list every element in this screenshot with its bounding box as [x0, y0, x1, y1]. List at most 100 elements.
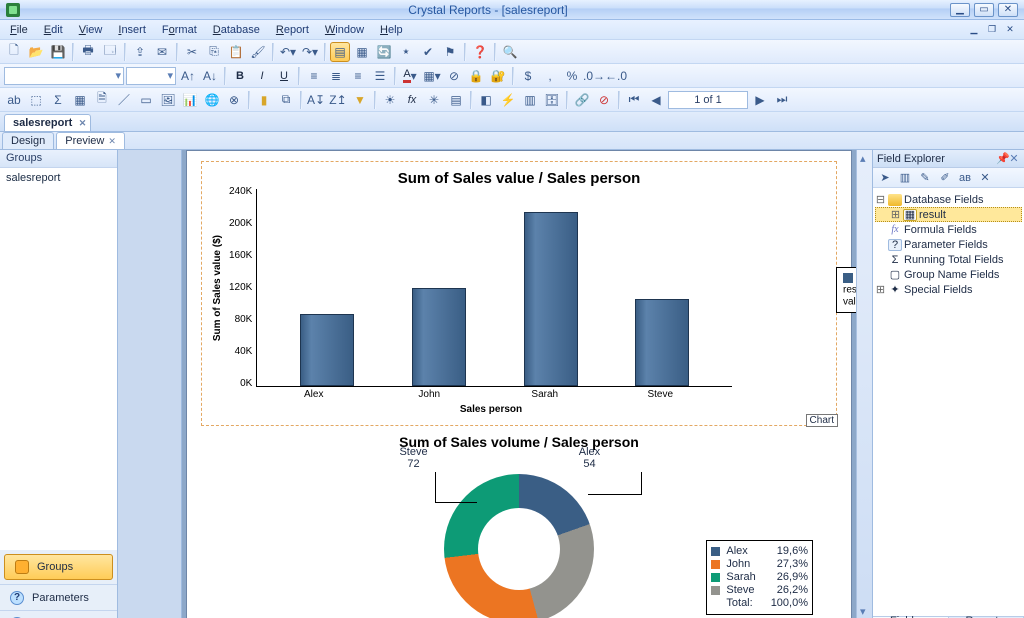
- font-size-select[interactable]: [126, 67, 176, 85]
- node-result[interactable]: ⊞▦ result: [875, 207, 1022, 222]
- menu-window[interactable]: Window: [319, 22, 370, 38]
- print-icon[interactable]: 🖶: [78, 42, 98, 62]
- barcode-icon[interactable]: ▥: [520, 90, 540, 110]
- toggle-field-explorer-icon[interactable]: ▦: [352, 42, 372, 62]
- menu-help[interactable]: Help: [374, 22, 409, 38]
- borders-icon[interactable]: ▦▾: [422, 66, 442, 86]
- format-painter-icon[interactable]: 🖌: [248, 42, 268, 62]
- database-expert-icon[interactable]: 🗄: [542, 90, 562, 110]
- minimize-button[interactable]: ▁: [950, 3, 970, 17]
- thousands-icon[interactable]: ,: [540, 66, 560, 86]
- node-parameter-fields[interactable]: ? Parameter Fields: [875, 237, 1022, 252]
- nav-groups[interactable]: Groups: [4, 554, 113, 580]
- insert-text-icon[interactable]: ab: [4, 90, 24, 110]
- nav-find[interactable]: Find: [0, 610, 117, 618]
- group-expert-icon[interactable]: ⧉: [276, 90, 296, 110]
- stop-icon[interactable]: ⭑: [396, 42, 416, 62]
- italic-icon[interactable]: I: [252, 66, 272, 86]
- help-icon[interactable]: ❓: [470, 42, 490, 62]
- alert-icon[interactable]: ▤: [446, 90, 466, 110]
- insert-map-icon[interactable]: 🌐: [202, 90, 222, 110]
- new-icon[interactable]: 🗋: [4, 42, 24, 62]
- check-icon[interactable]: ✔: [418, 42, 438, 62]
- highlight-icon[interactable]: ☀: [380, 90, 400, 110]
- menu-edit[interactable]: Edit: [38, 22, 69, 38]
- sort-desc-icon[interactable]: Z↥: [328, 90, 348, 110]
- edit-icon[interactable]: ✐: [937, 170, 953, 186]
- save-icon[interactable]: 💾: [48, 42, 68, 62]
- insert-summary-icon[interactable]: Σ: [48, 90, 68, 110]
- insert-subreport-icon[interactable]: 🗎: [92, 90, 112, 110]
- child-close-button[interactable]: ✕: [1002, 23, 1018, 37]
- stop-loading-icon[interactable]: ⊘: [594, 90, 614, 110]
- paste-icon[interactable]: 📋: [226, 42, 246, 62]
- export-icon[interactable]: ⇪: [130, 42, 150, 62]
- align-right-icon[interactable]: ≡: [348, 66, 368, 86]
- maximize-button[interactable]: ▭: [974, 3, 994, 17]
- decrease-font-icon[interactable]: A↓: [200, 66, 220, 86]
- redo-icon[interactable]: ↷▾: [300, 42, 320, 62]
- insert-picture-icon[interactable]: 🖼: [158, 90, 178, 110]
- browse-data-icon[interactable]: ▥: [897, 170, 913, 186]
- first-page-icon[interactable]: ⏮: [624, 90, 644, 110]
- node-group-name[interactable]: ▢ Group Name Fields: [875, 267, 1022, 282]
- menu-file[interactable]: File: [4, 22, 34, 38]
- nav-parameters[interactable]: Parameters: [0, 584, 117, 610]
- insert-chart-icon[interactable]: 📊: [180, 90, 200, 110]
- rename-icon[interactable]: aʙ: [957, 170, 973, 186]
- child-minimize-button[interactable]: ▁: [966, 23, 982, 37]
- insert-group-icon[interactable]: ⬚: [26, 90, 46, 110]
- close-icon[interactable]: ✕: [1008, 152, 1020, 165]
- increase-decimals-icon[interactable]: .0→: [584, 66, 604, 86]
- vertical-scrollbar[interactable]: [856, 150, 872, 618]
- info-icon[interactable]: ⚑: [440, 42, 460, 62]
- align-justify-icon[interactable]: ☰: [370, 66, 390, 86]
- insert-ole-icon[interactable]: ⊗: [224, 90, 244, 110]
- refresh-icon[interactable]: 🔄: [374, 42, 394, 62]
- font-select[interactable]: [4, 67, 124, 85]
- last-page-icon[interactable]: ⏭: [772, 90, 792, 110]
- underline-icon[interactable]: U: [274, 66, 294, 86]
- close-icon[interactable]: ✕: [79, 118, 87, 129]
- field-tree[interactable]: ⊟ Database Fields ⊞▦ result fx Formula F…: [873, 188, 1024, 616]
- close-icon[interactable]: ✕: [108, 136, 116, 146]
- node-special-fields[interactable]: ⊞✦ Special Fields: [875, 282, 1022, 297]
- undo-icon[interactable]: ↶▾: [278, 42, 298, 62]
- doc-tab-salesreport[interactable]: salesreport ✕: [4, 114, 91, 131]
- bold-icon[interactable]: B: [230, 66, 250, 86]
- sort-asc-icon[interactable]: A↧: [306, 90, 326, 110]
- canvas[interactable]: Sum of Sales value / Sales person Sum of…: [182, 150, 856, 618]
- prev-page-icon[interactable]: ◀: [646, 90, 666, 110]
- menu-format[interactable]: Format: [156, 22, 203, 38]
- align-center-icon[interactable]: ≣: [326, 66, 346, 86]
- formula-workshop-icon[interactable]: fx: [402, 90, 422, 110]
- page-indicator[interactable]: 1 of 1: [668, 91, 748, 109]
- menu-report[interactable]: Report: [270, 22, 315, 38]
- percent-icon[interactable]: %: [562, 66, 582, 86]
- chart-object-pie[interactable]: Alex 54 Steve 72 Alex19,6% John27,3% Sar…: [187, 452, 851, 618]
- olap-icon[interactable]: ◧: [476, 90, 496, 110]
- insert-crosstab-icon[interactable]: ▦: [70, 90, 90, 110]
- new-icon[interactable]: ✎: [917, 170, 933, 186]
- child-restore-button[interactable]: ❐: [984, 23, 1000, 37]
- copy-icon[interactable]: ⎘: [204, 42, 224, 62]
- find-icon[interactable]: 🔍: [500, 42, 520, 62]
- tab-preview[interactable]: Preview✕: [56, 132, 125, 149]
- template-icon[interactable]: ✳: [424, 90, 444, 110]
- font-color-icon[interactable]: A▾: [400, 66, 420, 86]
- chart-object-bar[interactable]: Sum of Sales value / Sales person Sum of…: [201, 161, 837, 426]
- tab-design[interactable]: Design: [2, 132, 54, 149]
- flash-icon[interactable]: ⚡: [498, 90, 518, 110]
- menu-view[interactable]: View: [73, 22, 109, 38]
- groups-tree[interactable]: salesreport: [0, 168, 117, 550]
- currency-icon[interactable]: $: [518, 66, 538, 86]
- suppress-icon[interactable]: ⊘: [444, 66, 464, 86]
- align-left-icon[interactable]: ≡: [304, 66, 324, 86]
- mail-icon[interactable]: ✉: [152, 42, 172, 62]
- increase-font-icon[interactable]: A↑: [178, 66, 198, 86]
- lock-format-icon[interactable]: 🔒: [466, 66, 486, 86]
- hyperlink-icon[interactable]: 🔗: [572, 90, 592, 110]
- section-expert-icon[interactable]: ▮: [254, 90, 274, 110]
- insert-line-icon[interactable]: ／: [114, 90, 134, 110]
- close-button[interactable]: ✕: [998, 3, 1018, 17]
